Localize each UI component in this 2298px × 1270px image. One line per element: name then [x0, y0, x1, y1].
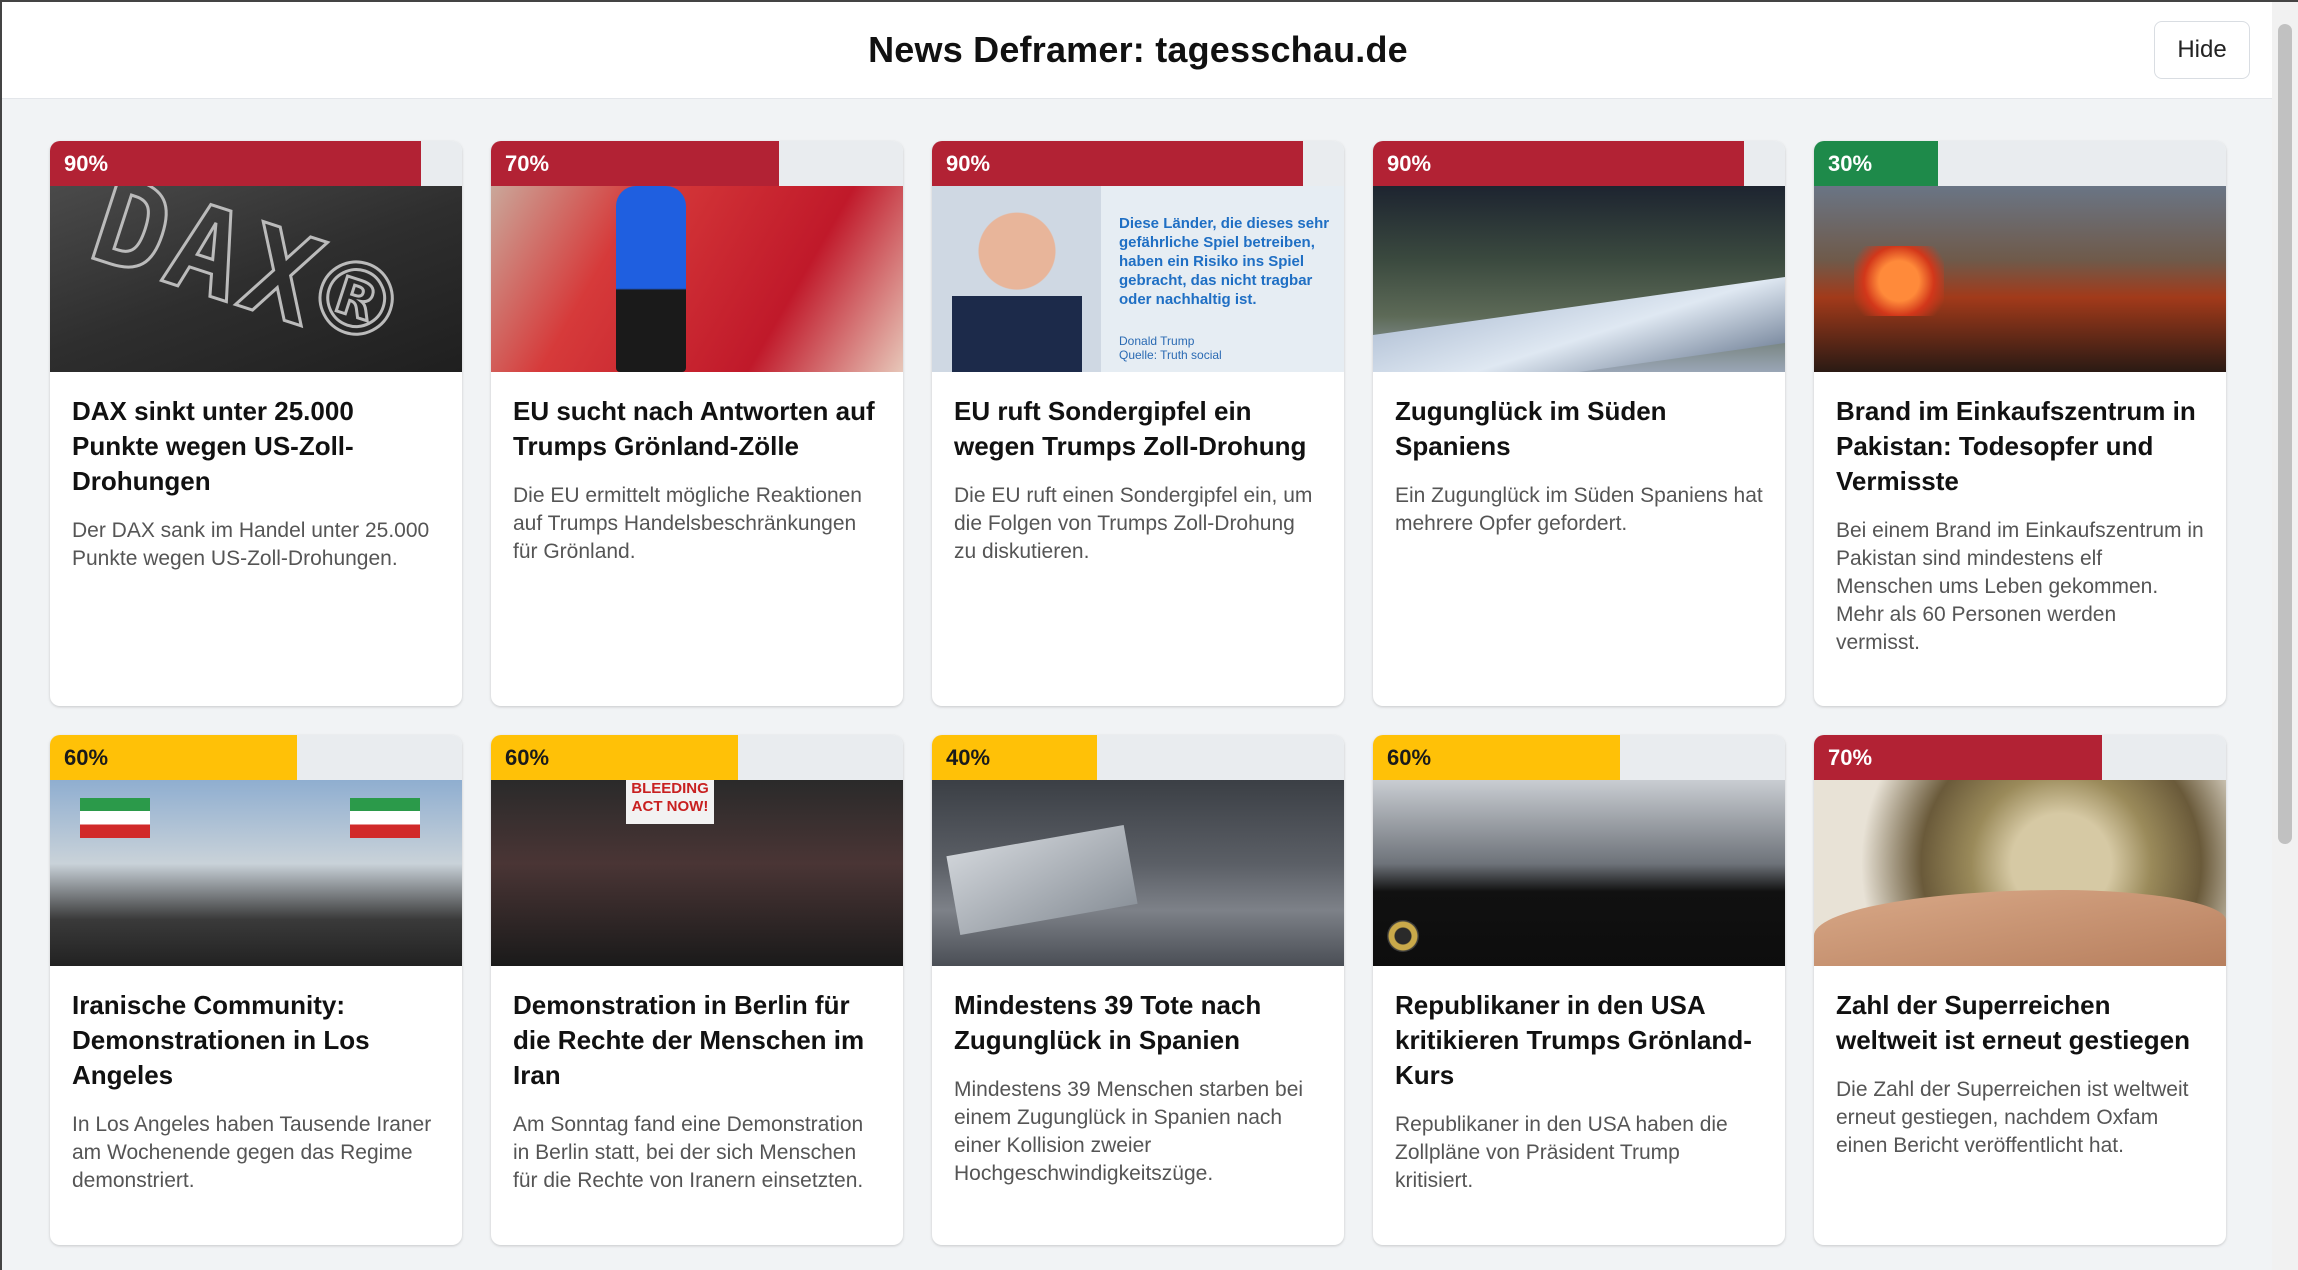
- article-image[interactable]: DAX®: [50, 186, 462, 372]
- article-card[interactable]: 90% Diese Länder, die dieses sehr gefähr…: [932, 141, 1344, 706]
- framing-score-bar: 40%: [932, 735, 1344, 780]
- framing-score-bar: 70%: [491, 141, 903, 186]
- page-title: News Deframer: tagesschau.de: [868, 29, 1408, 70]
- framing-score-bar: 90%: [1373, 141, 1785, 186]
- scrollbar-thumb[interactable]: [2278, 24, 2292, 844]
- train-car: [1373, 277, 1785, 372]
- article-description: In Los Angeles haben Tausende Iraner am …: [72, 1113, 432, 1192]
- article-title[interactable]: Zahl der Superreichen weltweit ist erneu…: [1836, 988, 2204, 1058]
- article-card[interactable]: 70% Zahl der Superreichen weltweit ist e…: [1814, 735, 2226, 1245]
- article-image[interactable]: [932, 780, 1344, 966]
- framing-score-bar: 90%: [50, 141, 462, 186]
- article-image[interactable]: [1373, 186, 1785, 372]
- article-description: Die Zahl der Superreichen ist weltweit e…: [1836, 1078, 2189, 1157]
- article-description: Republikaner in den USA haben die Zollpl…: [1395, 1113, 1728, 1192]
- article-card[interactable]: 90% DAX® DAX sinkt unter 25.000 Punkte w…: [50, 141, 462, 706]
- framing-score-label: 70%: [1828, 745, 1873, 770]
- article-title[interactable]: Zugunglück im Süden Spaniens: [1395, 394, 1763, 464]
- framing-score-label: 60%: [505, 745, 550, 770]
- article-title[interactable]: Demonstration in Berlin für die Rechte d…: [513, 988, 881, 1093]
- article-grid: 90% DAX® DAX sinkt unter 25.000 Punkte w…: [50, 141, 2230, 1245]
- vertical-scrollbar[interactable]: [2272, 2, 2298, 1270]
- app-window: News Deframer: tagesschau.de Hide 90% DA…: [0, 0, 2298, 1270]
- train-wreck: [946, 824, 1138, 936]
- header-bar: News Deframer: tagesschau.de Hide: [2, 2, 2274, 99]
- framing-score-label: 70%: [505, 151, 550, 176]
- article-description: Der DAX sank im Handel unter 25.000 Punk…: [72, 519, 430, 570]
- framing-score-bar: 30%: [1814, 141, 2226, 186]
- article-card[interactable]: 70% EU sucht nach Antworten auf Trumps G…: [491, 141, 903, 706]
- image-quote-source: Donald Trump Quelle: Truth social: [1119, 334, 1222, 362]
- framing-score-bar: 90%: [932, 141, 1344, 186]
- article-description: Bei einem Brand im Einkaufszentrum in Pa…: [1836, 519, 2204, 654]
- protest-sign: BLEEDING ACT NOW!: [626, 780, 714, 824]
- article-title[interactable]: EU sucht nach Antworten auf Trumps Grönl…: [513, 394, 881, 464]
- article-description: Die EU ermittelt mögliche Reaktionen auf…: [513, 484, 862, 563]
- article-card[interactable]: 60% Republikaner in den USA kritikieren …: [1373, 735, 1785, 1245]
- quote-source: Quelle: Truth social: [1119, 348, 1222, 362]
- image-quote-text: Diese Länder, die dieses sehr gefährlich…: [1119, 215, 1330, 308]
- framing-score-label: 60%: [1387, 745, 1432, 770]
- article-image[interactable]: BLEEDING ACT NOW!: [491, 780, 903, 966]
- article-image[interactable]: [50, 780, 462, 966]
- article-description: Die EU ruft einen Sondergipfel ein, um d…: [954, 484, 1313, 563]
- article-description: Ein Zugunglück im Süden Spaniens hat meh…: [1395, 484, 1763, 535]
- article-card[interactable]: 90% Zugunglück im Süden Spaniens Ein Zug…: [1373, 141, 1785, 706]
- framing-score-bar: 70%: [1814, 735, 2226, 780]
- article-card[interactable]: 30% Brand im Einkaufszentrum in Pakistan…: [1814, 141, 2226, 706]
- person-figure: [616, 186, 686, 372]
- framing-score-label: 90%: [64, 151, 109, 176]
- framing-score-label: 40%: [946, 745, 991, 770]
- hand-with-coins: [1814, 890, 2226, 966]
- article-card[interactable]: 60% Iranische Community: Demonstrationen…: [50, 735, 462, 1245]
- article-card[interactable]: 60% BLEEDING ACT NOW! Demonstration in B…: [491, 735, 903, 1245]
- article-image[interactable]: [491, 186, 903, 372]
- article-image[interactable]: [1814, 186, 2226, 372]
- article-title[interactable]: Mindestens 39 Tote nach Zugunglück in Sp…: [954, 988, 1322, 1058]
- quote-author: Donald Trump: [1119, 334, 1195, 348]
- article-description: Am Sonntag fand eine Demonstration in Be…: [513, 1113, 864, 1192]
- article-title[interactable]: Iranische Community: Demonstrationen in …: [72, 988, 440, 1093]
- article-title[interactable]: Brand im Einkaufszentrum in Pakistan: To…: [1836, 394, 2204, 499]
- hide-button[interactable]: Hide: [2154, 21, 2250, 79]
- framing-score-bar: 60%: [50, 735, 462, 780]
- article-image[interactable]: [1373, 780, 1785, 966]
- framing-score-label: 60%: [64, 745, 109, 770]
- fire-glow: [1854, 246, 1944, 316]
- framing-score-label: 90%: [946, 151, 991, 176]
- article-image[interactable]: [1814, 780, 2226, 966]
- framing-score-bar: 60%: [491, 735, 903, 780]
- framing-score-label: 90%: [1387, 151, 1432, 176]
- article-title[interactable]: Republikaner in den USA kritikieren Trum…: [1395, 988, 1763, 1093]
- article-title[interactable]: DAX sinkt unter 25.000 Punkte wegen US-Z…: [72, 394, 440, 499]
- flag-icon: [80, 798, 150, 838]
- article-description: Mindestens 39 Menschen starben bei einem…: [954, 1078, 1304, 1185]
- speaker-photo: [952, 186, 1082, 372]
- dax-board-art: DAX®: [75, 186, 419, 372]
- flag-icon: [350, 798, 420, 838]
- article-card[interactable]: 40% Mindestens 39 Tote nach Zugunglück i…: [932, 735, 1344, 1245]
- article-image[interactable]: Diese Länder, die dieses sehr gefährlich…: [932, 186, 1344, 372]
- framing-score-label: 30%: [1828, 151, 1873, 176]
- framing-score-bar: 60%: [1373, 735, 1785, 780]
- presidential-seal-icon: [1387, 920, 1419, 952]
- article-title[interactable]: EU ruft Sondergipfel ein wegen Trumps Zo…: [954, 394, 1322, 464]
